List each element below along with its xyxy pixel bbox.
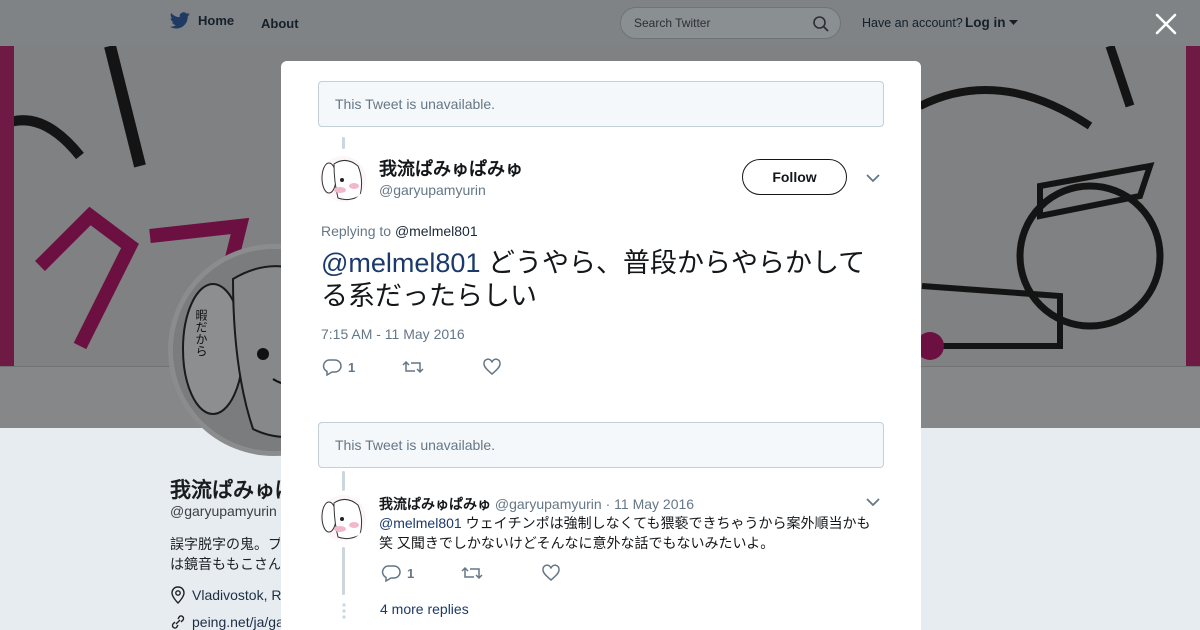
- avatar-illustration: [320, 156, 366, 202]
- avatar-illustration: [320, 495, 366, 541]
- tweet-text: @melmel801 どうやら、普段からやらかしてる系だったらしい: [321, 247, 881, 313]
- like-button[interactable]: [541, 564, 561, 582]
- heart-icon: [483, 358, 501, 375]
- retweet-button[interactable]: [461, 565, 541, 581]
- nav-home-link[interactable]: Home: [170, 12, 234, 29]
- caret-down-icon: [1009, 20, 1019, 26]
- tweet-author-avatar[interactable]: [320, 156, 366, 202]
- reply-text: @melmel801 ウェイチンポは強制しなくても猥褻できちゃうから案外順当かも…: [379, 513, 879, 553]
- background-profile-location: Vladivostok, R: [170, 586, 281, 604]
- reply-count: 1: [348, 359, 356, 375]
- reply-date[interactable]: · 11 May 2016: [606, 496, 694, 512]
- reply-actions: 1: [381, 564, 561, 582]
- heart-icon: [542, 564, 560, 581]
- thread-line: [342, 137, 345, 149]
- follow-button[interactable]: Follow: [742, 159, 847, 195]
- have-account-text: Have an account?: [862, 16, 963, 30]
- retweet-button[interactable]: [402, 359, 482, 375]
- background-profile-handle: @garyupamyurin: [170, 503, 277, 519]
- reply-author-handle[interactable]: @garyupamyurin: [495, 496, 602, 512]
- unavailable-tweet-notice: This Tweet is unavailable.: [318, 422, 884, 468]
- like-button[interactable]: [482, 358, 502, 376]
- reply-header: 我流ぱみゅぱみゅ @garyupamyurin · 11 May 2016: [379, 494, 694, 514]
- location-text: Vladivostok, R: [192, 587, 282, 603]
- home-label: Home: [198, 13, 235, 28]
- tweet-timestamp[interactable]: 7:15 AM - 11 May 2016: [321, 326, 465, 342]
- more-replies-dots-icon: [342, 603, 346, 619]
- location-pin-icon: [171, 586, 185, 604]
- reply-icon: [381, 565, 401, 582]
- thread-line: [342, 547, 345, 595]
- tweet-modal: This Tweet is unavailable. 我流ぱみゅぱみゅ @gar…: [281, 61, 921, 630]
- reply-author-name[interactable]: 我流ぱみゅぱみゅ: [379, 496, 491, 512]
- more-replies-link[interactable]: 4 more replies: [380, 601, 469, 617]
- twitter-bird-icon: [170, 12, 190, 29]
- reply-button[interactable]: 1: [322, 358, 402, 376]
- reply-icon: [322, 359, 342, 376]
- search-input[interactable]: Search Twitter: [634, 16, 710, 30]
- replying-to-prefix: Replying to: [321, 223, 392, 239]
- top-nav-bar: Home About Search Twitter Have an accoun…: [0, 0, 1200, 46]
- banner-stripe: [0, 46, 14, 366]
- reply-count: 1: [407, 565, 415, 581]
- link-icon: [171, 615, 185, 629]
- unavailable-tweet-notice: This Tweet is unavailable.: [318, 81, 884, 127]
- banner-stripe: [1186, 46, 1200, 366]
- tweet-actions: 1: [322, 358, 502, 376]
- retweet-icon: [461, 566, 483, 580]
- replying-to-link[interactable]: @melmel801: [395, 223, 478, 239]
- reply-mention-link[interactable]: @melmel801: [379, 515, 462, 531]
- tweet-mention-link[interactable]: @melmel801: [321, 248, 480, 278]
- search-box[interactable]: Search Twitter: [620, 7, 841, 39]
- login-button[interactable]: Log in: [965, 15, 1019, 30]
- chevron-down-icon[interactable]: [865, 494, 881, 510]
- reply-author-avatar[interactable]: [320, 495, 366, 541]
- thread-line: [342, 471, 345, 491]
- reply-button[interactable]: 1: [381, 564, 461, 582]
- replying-to-line: Replying to @melmel801: [321, 223, 478, 239]
- login-label: Log in: [965, 15, 1006, 30]
- background-profile-bio: 誤字脱字の鬼。プ は鏡音ももこさん: [170, 536, 280, 572]
- profile-link-text[interactable]: peing.net/ja/ga: [192, 614, 284, 630]
- nav-about-link[interactable]: About: [261, 16, 299, 31]
- svg-text:暇だから: 暇だから: [194, 309, 208, 357]
- background-profile-link[interactable]: peing.net/ja/ga: [170, 614, 284, 630]
- close-icon[interactable]: [1154, 12, 1178, 36]
- tweet-author-handle[interactable]: @garyupamyurin: [379, 182, 486, 198]
- tweet-author-name[interactable]: 我流ぱみゅぱみゅ: [379, 155, 523, 181]
- chevron-down-icon[interactable]: [865, 170, 881, 186]
- search-icon[interactable]: [812, 15, 830, 33]
- retweet-icon: [402, 360, 424, 374]
